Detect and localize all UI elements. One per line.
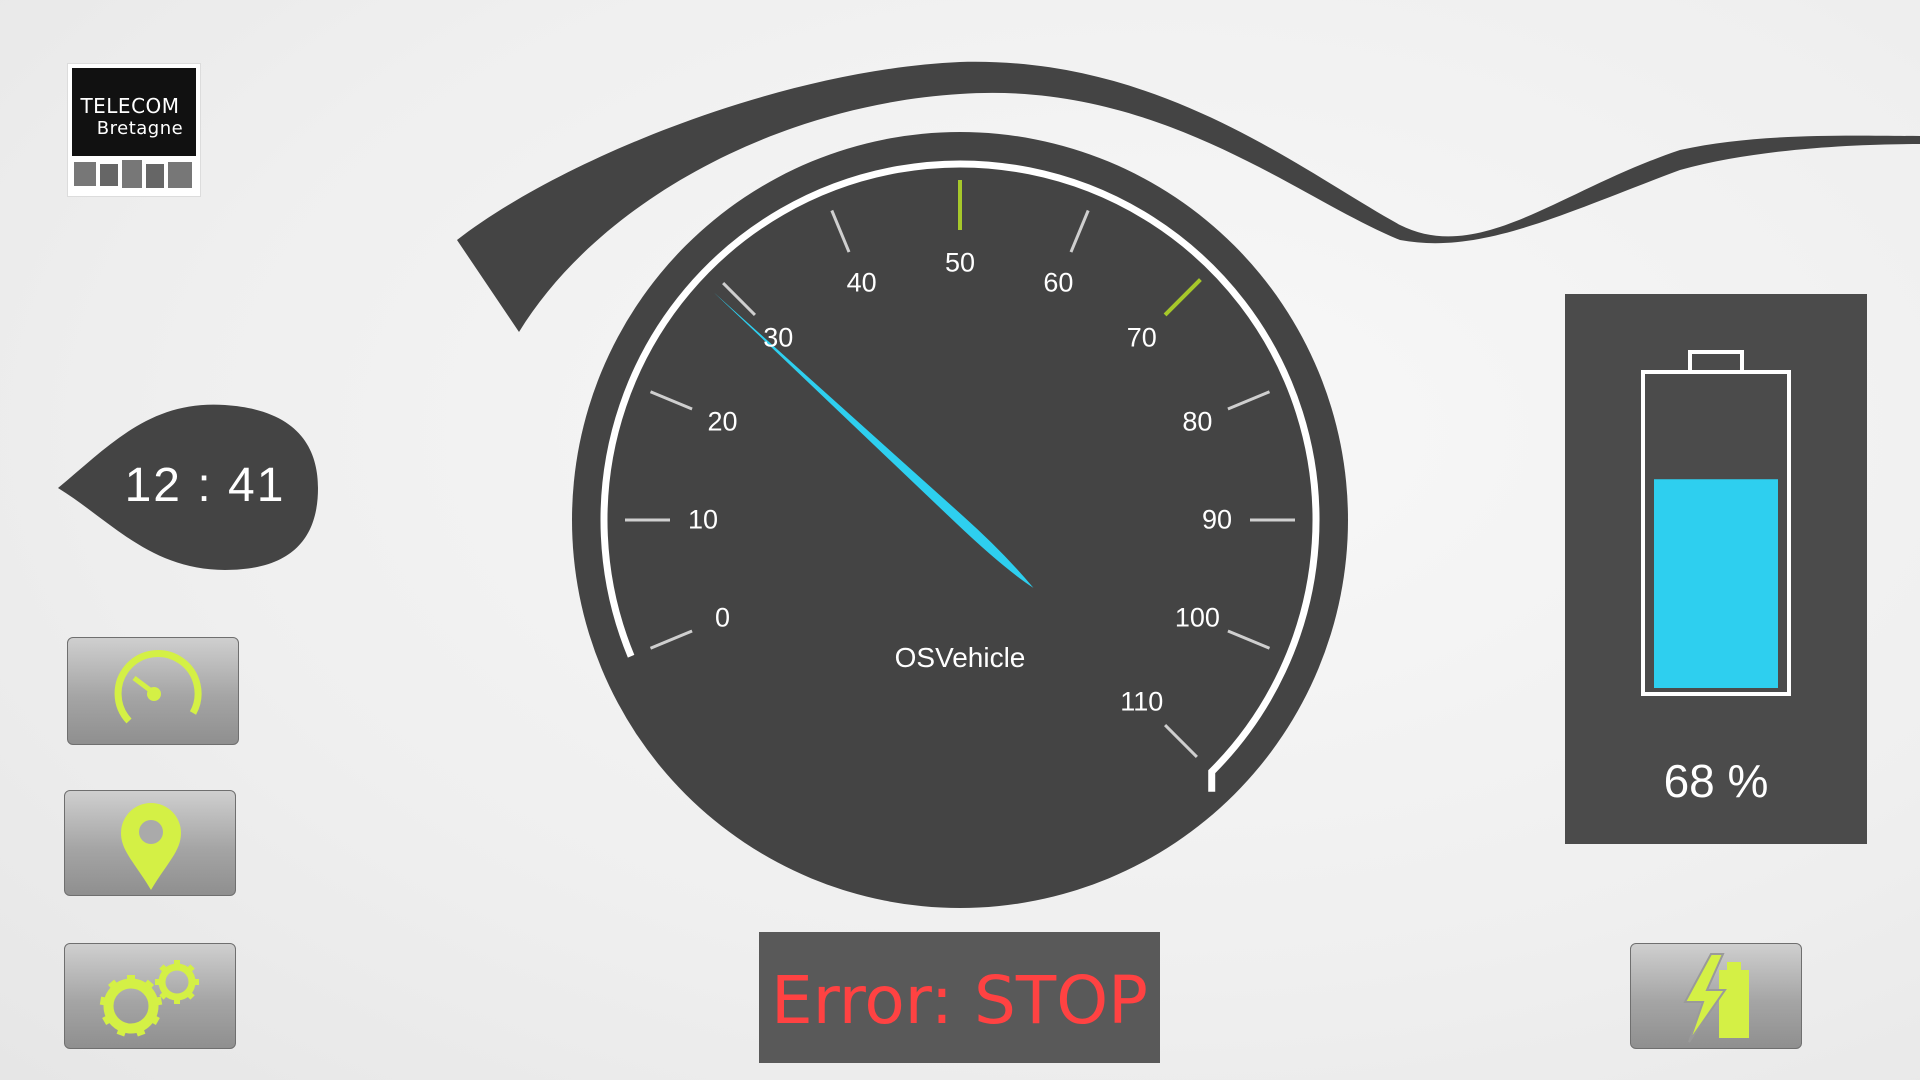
charging-button[interactable]: [1630, 943, 1802, 1049]
error-status-panel: Error: STOP: [759, 932, 1160, 1063]
clock-time: 12 : 41: [124, 459, 286, 512]
gears-icon: [99, 960, 199, 1037]
logo-artwork: [74, 160, 192, 188]
battery-percent: 68 %: [1663, 755, 1769, 807]
tick-label-80: 80: [1182, 406, 1213, 437]
map-pin-icon: [121, 803, 181, 890]
speedometer-icon: [114, 650, 202, 724]
battery-panel: 68 %: [1565, 294, 1867, 844]
logo-subtitle: Bretagne: [96, 118, 184, 139]
tick-label-60: 60: [1043, 267, 1074, 298]
dashboard: 0 10 20 30 40 50 60 70 80 90 100 110 OSVehicle TELE…: [0, 0, 1920, 1080]
error-message: Error: STOP: [771, 962, 1148, 1039]
tick-label-110: 110: [1120, 686, 1164, 717]
tick-label-50: 50: [944, 247, 976, 278]
tick-label-70: 70: [1126, 322, 1157, 353]
battery-icon: [1641, 350, 1791, 696]
tick-label-40: 40: [846, 267, 877, 298]
battery-level-fill: [1654, 479, 1778, 688]
tick-label-100: 100: [1174, 602, 1220, 633]
speedometer-view-button[interactable]: [67, 637, 239, 745]
tick-label-90: 90: [1201, 504, 1233, 535]
map-button[interactable]: [64, 790, 236, 896]
logo-title: TELECOM: [80, 94, 180, 118]
tick-label-20: 20: [707, 406, 738, 437]
settings-button[interactable]: [64, 943, 236, 1049]
tick-label-30: 30: [763, 322, 794, 353]
tick-label-0: 0: [715, 602, 731, 633]
speedometer-brand-label: OSVehicle: [894, 642, 1026, 673]
telecom-bretagne-logo: TELECOM Bretagne: [68, 64, 200, 196]
tick-label-10: 10: [687, 504, 719, 535]
battery-charge-icon: [1683, 953, 1749, 1043]
